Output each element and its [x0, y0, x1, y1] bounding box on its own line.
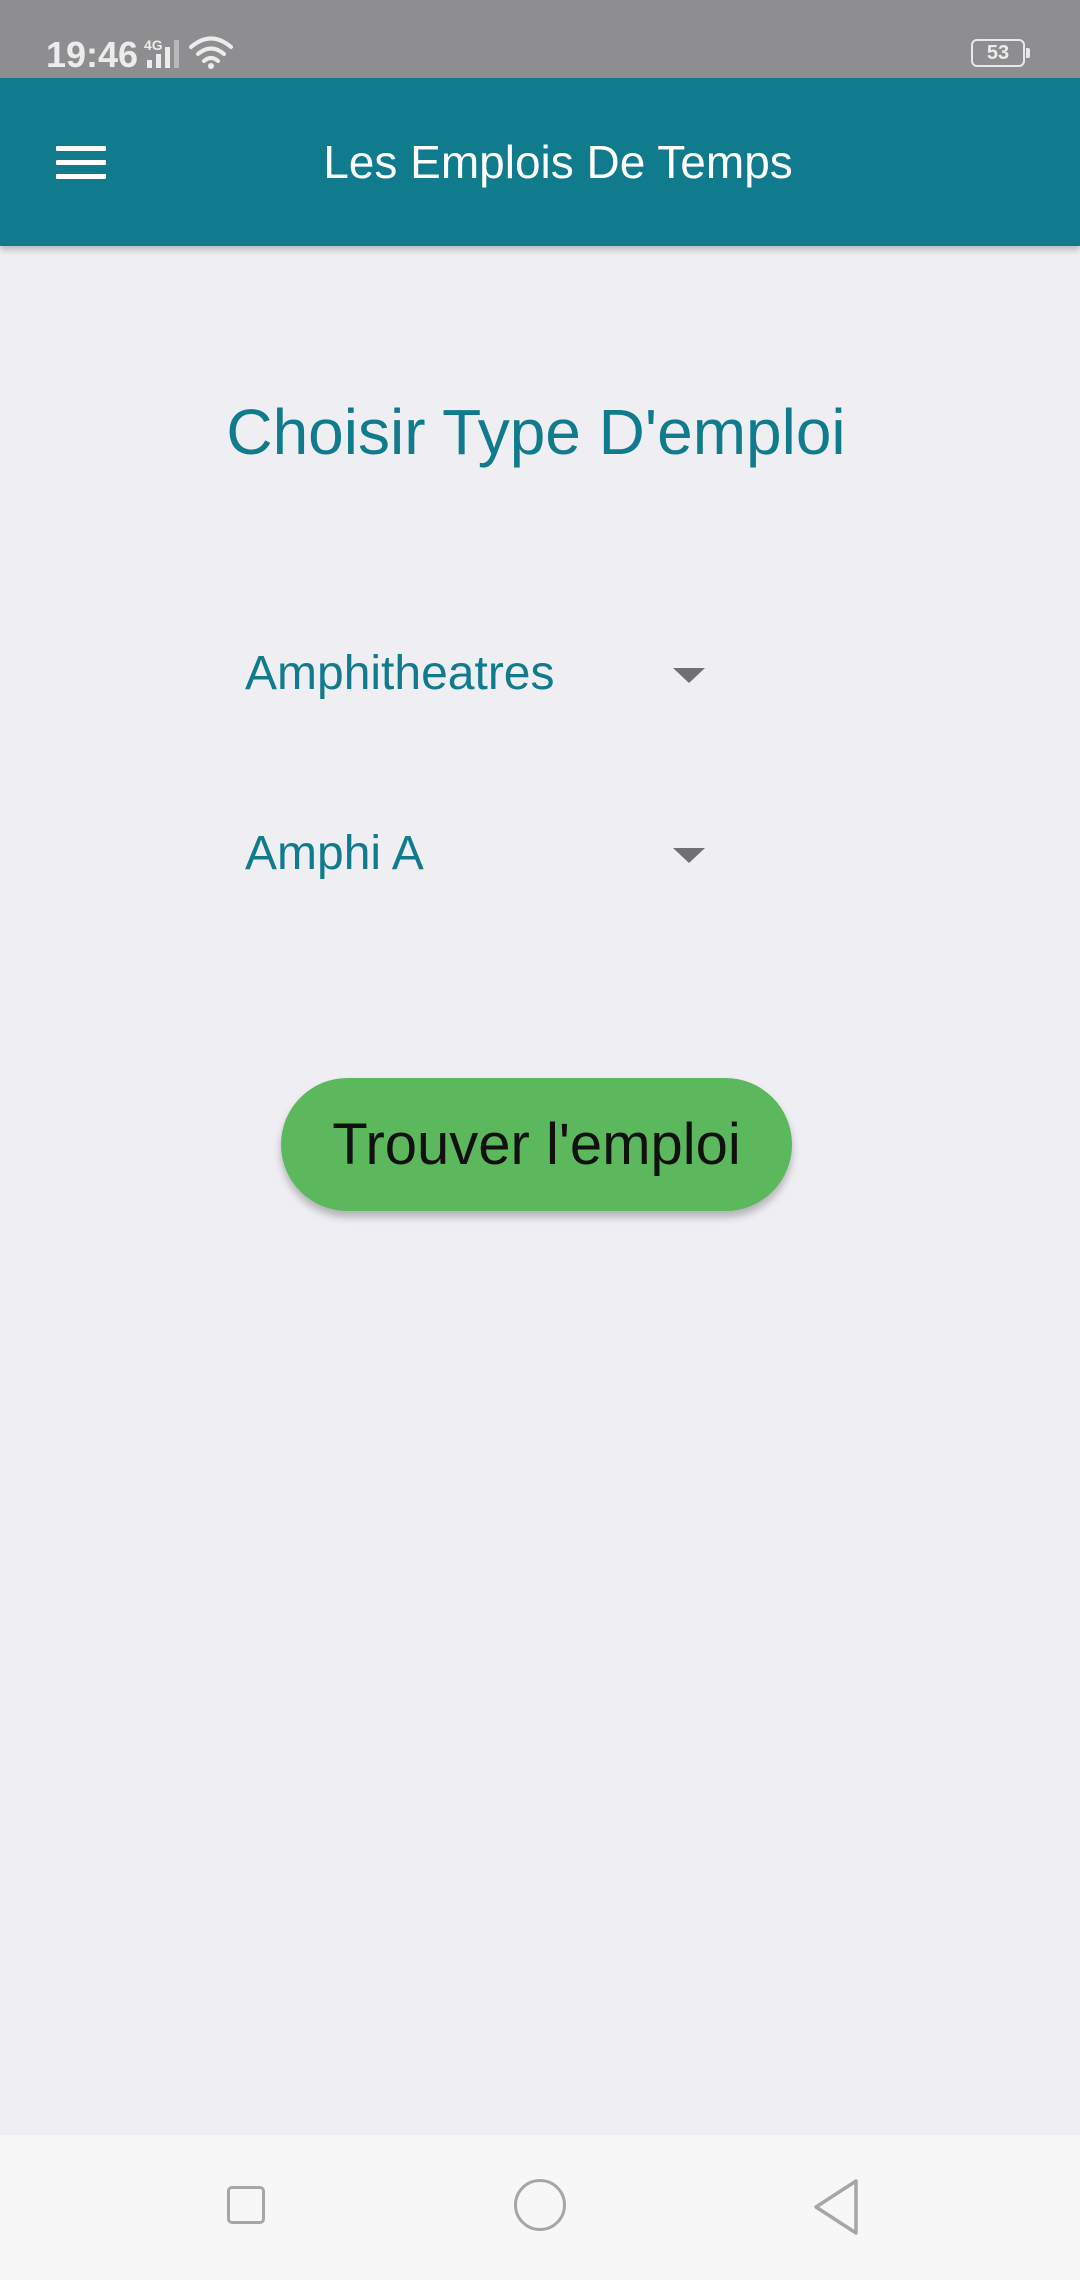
app-bar: Les Emplois De Temps: [0, 78, 1080, 246]
wifi-icon: [189, 36, 233, 69]
dropdown-arrow-icon: [673, 848, 705, 863]
status-time: 19:46: [46, 34, 139, 75]
status-bar: 19:46 4G 53: [0, 0, 1080, 78]
room-value: Amphi A: [245, 827, 424, 880]
home-button[interactable]: [470, 2135, 610, 2280]
back-button[interactable]: [764, 2135, 904, 2280]
battery-icon: 53: [971, 39, 1031, 69]
back-icon: [814, 2179, 858, 2235]
room-dropdown[interactable]: Amphi A: [245, 804, 715, 904]
dropdown-arrow-icon: [673, 668, 705, 683]
recent-apps-icon: [227, 2186, 265, 2224]
schedule-type-value: Amphitheatres: [245, 647, 555, 700]
schedule-type-dropdown[interactable]: Amphitheatres: [245, 624, 715, 724]
home-icon: [514, 2179, 566, 2231]
navigation-bar: [0, 2135, 1080, 2280]
network-type-label: 4G: [144, 37, 163, 53]
page-heading: Choisir Type D'emploi: [226, 396, 846, 468]
battery-level: 53: [986, 42, 1010, 64]
hamburger-menu-icon[interactable]: [40, 127, 124, 197]
app-title: Les Emplois De Temps: [323, 136, 793, 188]
recent-apps-button[interactable]: [176, 2135, 316, 2280]
find-schedule-button[interactable]: Trouver l'emploi: [281, 1078, 792, 1211]
